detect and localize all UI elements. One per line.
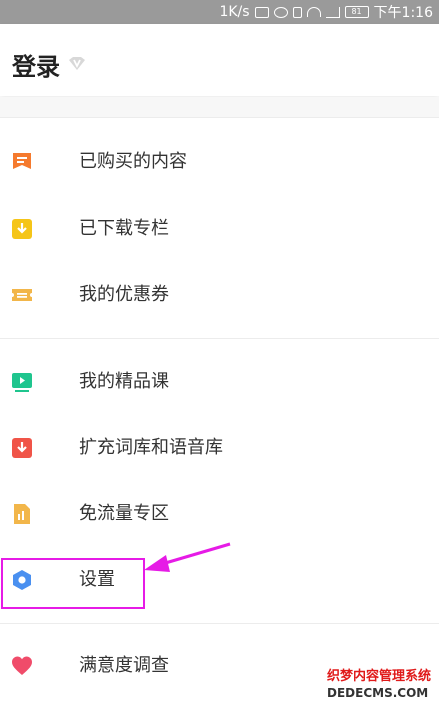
menu-item-purchased[interactable]: 已购买的内容 [0,129,439,195]
download-icon [12,219,32,239]
signal-icon [325,6,340,18]
clock: 下午1:16 [373,5,433,21]
purchased-icon [13,153,31,169]
annotation-highlight-box [1,558,145,609]
watermark-line2: DEDECMS.COM [327,686,429,700]
divider [0,623,439,624]
divider [0,117,439,118]
wifi-icon [306,7,321,17]
watermark: 织梦内容管理系统 DEDECMS.COM [327,668,435,702]
menu-label: 已下载专栏 [79,218,169,239]
section-gap [0,97,439,117]
menu-label: 我的精品课 [79,371,169,392]
data-free-icon [14,504,30,524]
status-bar: 1K/s 81 下午1:16 [0,0,439,24]
heart-icon [12,656,32,675]
battery-icon: 81 [344,6,369,18]
v-badge-icon [69,57,85,70]
menu-label: 我的优惠券 [79,284,169,305]
header: 登录 [0,24,439,96]
network-speed: 1K/s [219,4,250,20]
menu-item-downloaded[interactable]: 已下载专栏 [0,196,439,262]
menu-item-expand-library[interactable]: 扩充词库和语音库 [0,415,439,481]
menu-item-coupons[interactable]: 我的优惠券 [0,262,439,328]
menu-item-courses[interactable]: 我的精品课 [0,349,439,415]
mute-icon [254,6,269,18]
menu-label: 已购买的内容 [79,151,187,172]
divider [0,338,439,339]
expand-download-icon [12,438,32,458]
menu-label: 扩充词库和语音库 [79,437,223,458]
login-title[interactable]: 登录 [12,47,60,82]
coupon-icon [12,289,32,301]
course-play-icon [12,373,32,392]
battery-level: 81 [351,7,362,16]
alarm-icon [273,6,288,18]
vibrate-icon [292,6,302,18]
menu-label: 满意度调查 [79,655,169,676]
watermark-line1: 织梦内容管理系统 [327,669,432,684]
annotation-arrow-icon [144,542,231,572]
